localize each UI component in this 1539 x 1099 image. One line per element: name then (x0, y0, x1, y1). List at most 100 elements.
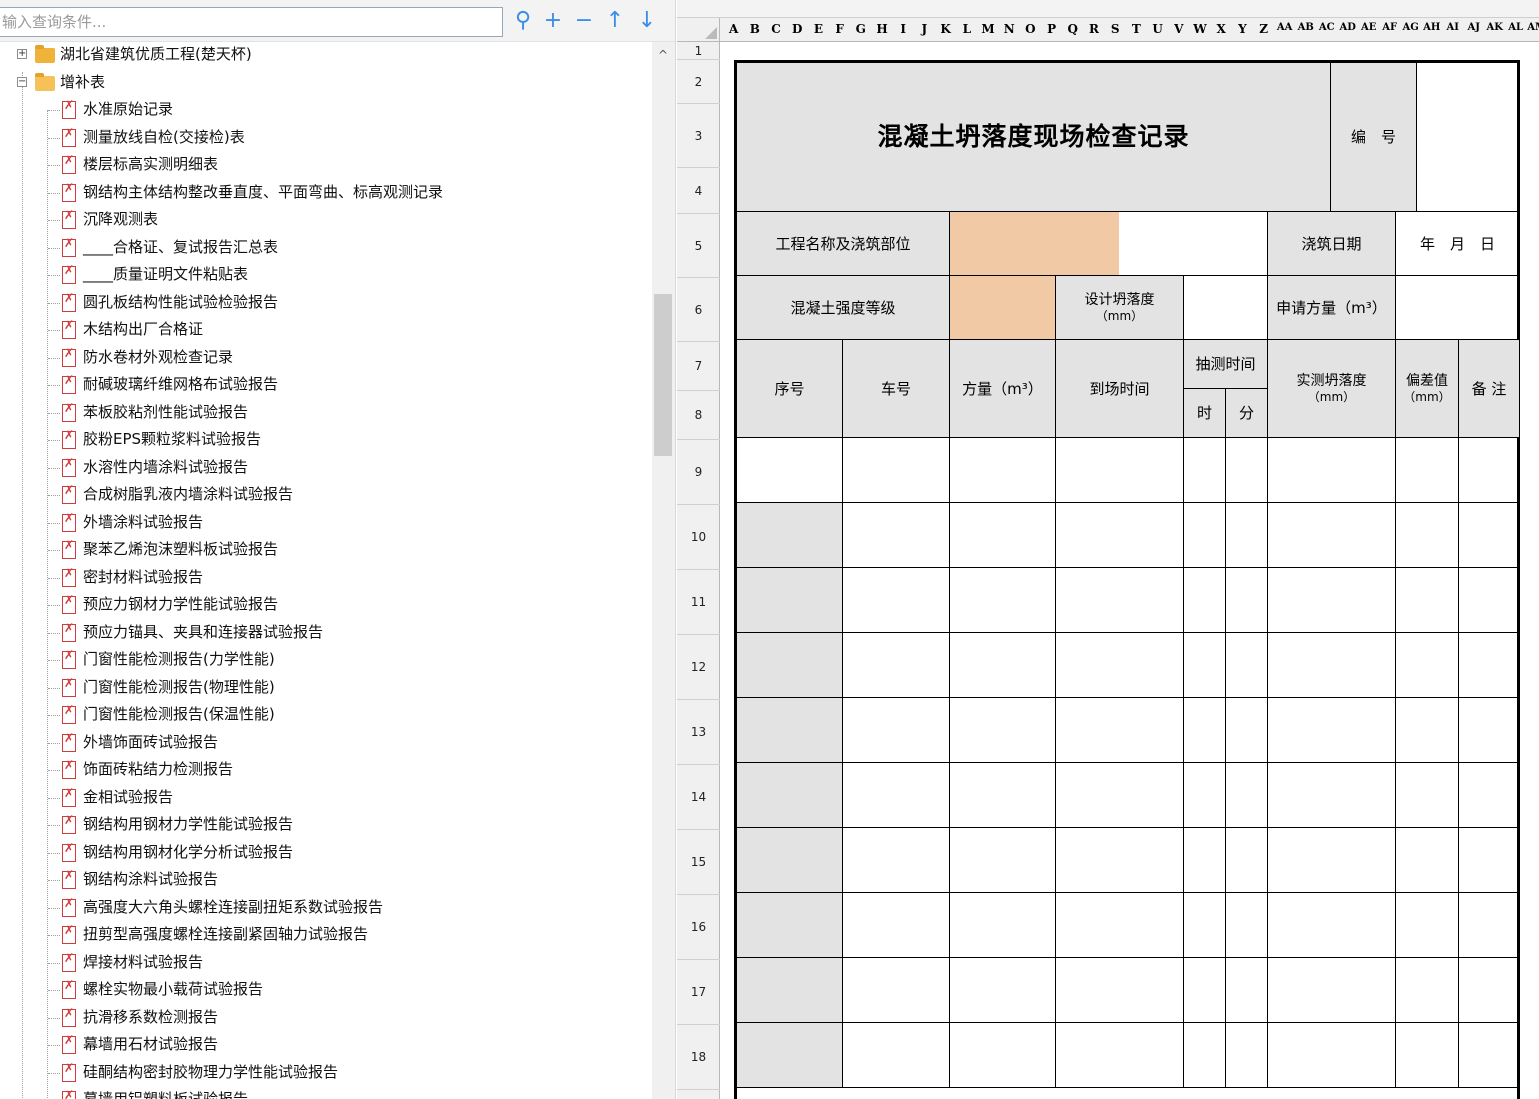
data-cell[interactable] (950, 698, 1056, 763)
column-header[interactable]: AH (1421, 22, 1442, 40)
data-cell[interactable] (737, 503, 843, 568)
tree-item-label[interactable]: 焊接材料试验报告 (83, 949, 203, 976)
data-cell[interactable] (1268, 958, 1396, 1023)
tree-item-label[interactable]: ____合格证、复试报告汇总表 (83, 234, 278, 261)
column-header[interactable]: AI (1442, 22, 1463, 40)
column-header[interactable]: P (1041, 22, 1062, 40)
data-cell[interactable] (1396, 633, 1459, 698)
data-cell[interactable] (1459, 1023, 1520, 1088)
column-header[interactable]: AD (1337, 22, 1358, 40)
data-cell[interactable] (737, 1023, 843, 1088)
column-header[interactable]: AB (1295, 22, 1316, 40)
pour-date-input[interactable]: 年 月 日 (1396, 212, 1520, 276)
tree-item-label[interactable]: 测量放线自检(交接检)表 (83, 124, 245, 151)
tree-folder-label[interactable]: 湖北省建筑优质工程(楚天杯) (60, 42, 252, 68)
row-header[interactable]: 12 (677, 635, 720, 700)
tree-item-label[interactable]: 木结构出厂合格证 (83, 316, 203, 343)
search-icon[interactable]: ⚲ (508, 6, 538, 36)
data-cell[interactable] (1268, 503, 1396, 568)
data-cell[interactable] (950, 893, 1056, 958)
tree-item-label[interactable]: 防水卷材外观检查记录 (83, 344, 233, 371)
column-header[interactable]: AG (1400, 22, 1421, 40)
data-cell[interactable] (1459, 763, 1520, 828)
data-cell[interactable] (737, 698, 843, 763)
data-cell[interactable] (1268, 698, 1396, 763)
data-cell[interactable] (950, 438, 1056, 503)
column-header[interactable]: D (787, 22, 808, 40)
tree-item-label[interactable]: 高强度大六角头螺栓连接副扭矩系数试验报告 (83, 894, 383, 921)
data-cell[interactable] (1184, 893, 1226, 958)
data-cell[interactable] (737, 893, 843, 958)
data-cell[interactable] (1056, 893, 1184, 958)
column-header[interactable]: E (808, 22, 829, 40)
data-cell[interactable] (737, 438, 843, 503)
data-cell[interactable] (1184, 568, 1226, 633)
tree-item-label[interactable]: 饰面砖粘结力检测报告 (83, 756, 233, 783)
tree-item-label[interactable]: 苯板胶粘剂性能试验报告 (83, 399, 248, 426)
data-cell[interactable] (1396, 893, 1459, 958)
collapse-toggle-icon[interactable]: − (17, 76, 27, 87)
data-cell[interactable] (1396, 763, 1459, 828)
row-header[interactable]: 18 (677, 1025, 720, 1090)
row-header[interactable]: 11 (677, 570, 720, 635)
data-cell[interactable] (950, 828, 1056, 893)
data-cell[interactable] (843, 893, 950, 958)
tree-item-label[interactable]: ____质量证明文件粘贴表 (83, 261, 248, 288)
column-header[interactable]: V (1168, 22, 1189, 40)
data-cell[interactable] (1459, 958, 1520, 1023)
tree-item-label[interactable]: 水准原始记录 (83, 96, 173, 123)
column-header[interactable]: U (1147, 22, 1168, 40)
data-cell[interactable] (1459, 828, 1520, 893)
data-cell[interactable] (737, 763, 843, 828)
data-cell[interactable] (1226, 958, 1268, 1023)
data-cell[interactable] (1056, 698, 1184, 763)
column-header[interactable]: AM (1526, 22, 1539, 40)
row-header[interactable]: 16 (677, 895, 720, 960)
data-cell[interactable] (1184, 828, 1226, 893)
column-header[interactable]: N (999, 22, 1020, 40)
data-cell[interactable] (843, 958, 950, 1023)
data-cell[interactable] (1184, 763, 1226, 828)
column-header[interactable]: Y (1232, 22, 1253, 40)
data-cell[interactable] (950, 568, 1056, 633)
data-cell[interactable] (1056, 503, 1184, 568)
data-cell[interactable] (1184, 503, 1226, 568)
row-header[interactable]: 2 (677, 60, 720, 104)
row-header[interactable]: 6 (677, 278, 720, 342)
data-cell[interactable] (1396, 438, 1459, 503)
move-up-icon[interactable]: ↑ (600, 6, 630, 36)
data-cell[interactable] (1226, 893, 1268, 958)
row-header[interactable]: 13 (677, 700, 720, 765)
data-cell[interactable] (950, 503, 1056, 568)
column-header[interactable]: H (871, 22, 892, 40)
tree-item-label[interactable]: 门窗性能检测报告(物理性能) (83, 674, 275, 701)
column-header[interactable]: W (1189, 22, 1210, 40)
tree-item-label[interactable]: 抗滑移系数检测报告 (83, 1004, 218, 1031)
row-header[interactable]: 5 (677, 214, 720, 278)
data-cell[interactable] (1184, 438, 1226, 503)
column-header[interactable]: Z (1253, 22, 1274, 40)
data-cell[interactable] (1226, 633, 1268, 698)
tree-item-label[interactable]: 密封材料试验报告 (83, 564, 203, 591)
data-cell[interactable] (1056, 633, 1184, 698)
data-cell[interactable] (1268, 893, 1396, 958)
column-header[interactable]: T (1126, 22, 1147, 40)
column-header[interactable]: B (744, 22, 765, 40)
data-cell[interactable] (1459, 503, 1520, 568)
data-cell[interactable] (1056, 828, 1184, 893)
grade-input[interactable] (950, 276, 1056, 340)
expand-toggle-icon[interactable]: + (17, 49, 27, 59)
row-header[interactable]: 4 (677, 168, 720, 214)
column-header[interactable]: AA (1274, 22, 1295, 40)
column-header[interactable]: AF (1379, 22, 1400, 40)
data-cell[interactable] (843, 503, 950, 568)
data-cell[interactable] (1056, 763, 1184, 828)
tree-item-label[interactable]: 硅酮结构密封胶物理力学性能试验报告 (83, 1059, 338, 1086)
tree-item-label[interactable]: 预应力锚具、夹具和连接器试验报告 (83, 619, 323, 646)
data-cell[interactable] (1268, 828, 1396, 893)
data-cell[interactable] (843, 828, 950, 893)
data-cell[interactable] (1226, 503, 1268, 568)
row-header[interactable]: 15 (677, 830, 720, 895)
row-header[interactable]: 10 (677, 505, 720, 570)
column-header[interactable]: O (1020, 22, 1041, 40)
